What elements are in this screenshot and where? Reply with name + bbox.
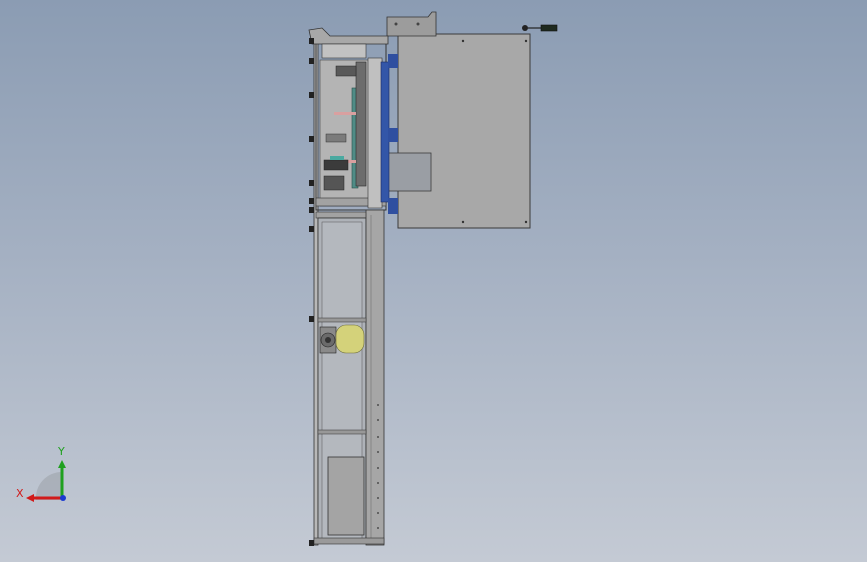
sensor-handle[interactable]: [522, 24, 558, 32]
x-axis-label: X: [16, 487, 24, 500]
coordinate-triad: Y X: [14, 440, 78, 510]
model-drawing[interactable]: [0, 0, 867, 562]
x-arrow-icon: [26, 494, 34, 502]
y-axis-label: Y: [57, 445, 65, 458]
control-box[interactable]: [327, 456, 365, 536]
triad-plane-icon: [35, 471, 62, 500]
y-arrow-icon: [58, 460, 66, 468]
cad-viewport[interactable]: Y X: [0, 0, 867, 562]
motor[interactable]: [319, 324, 365, 354]
z-axis-icon: [60, 495, 66, 501]
top-bracket[interactable]: [386, 11, 437, 37]
enclosure-panel[interactable]: [387, 33, 531, 229]
